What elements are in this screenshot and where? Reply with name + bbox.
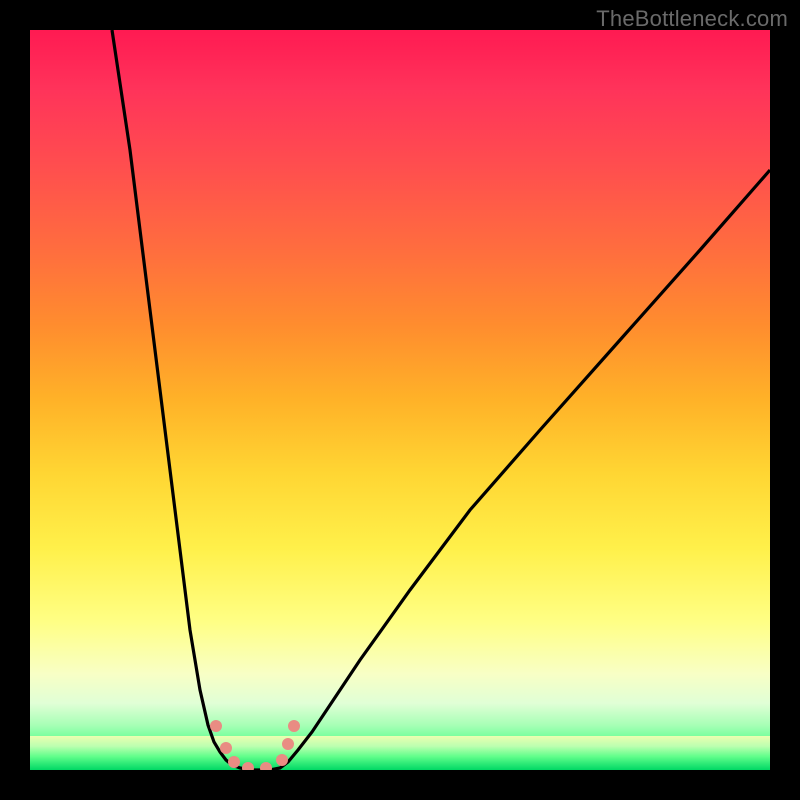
bottleneck-curve xyxy=(30,30,770,770)
marker-dot xyxy=(282,738,294,750)
marker-dot xyxy=(260,762,272,770)
marker-dot xyxy=(228,756,240,768)
marker-dot xyxy=(242,762,254,770)
curve-line xyxy=(112,30,770,770)
curve-markers xyxy=(210,720,300,770)
watermark: TheBottleneck.com xyxy=(596,6,788,32)
marker-dot xyxy=(210,720,222,732)
marker-dot xyxy=(276,754,288,766)
marker-dot xyxy=(288,720,300,732)
plot-area xyxy=(30,30,770,770)
marker-dot xyxy=(220,742,232,754)
